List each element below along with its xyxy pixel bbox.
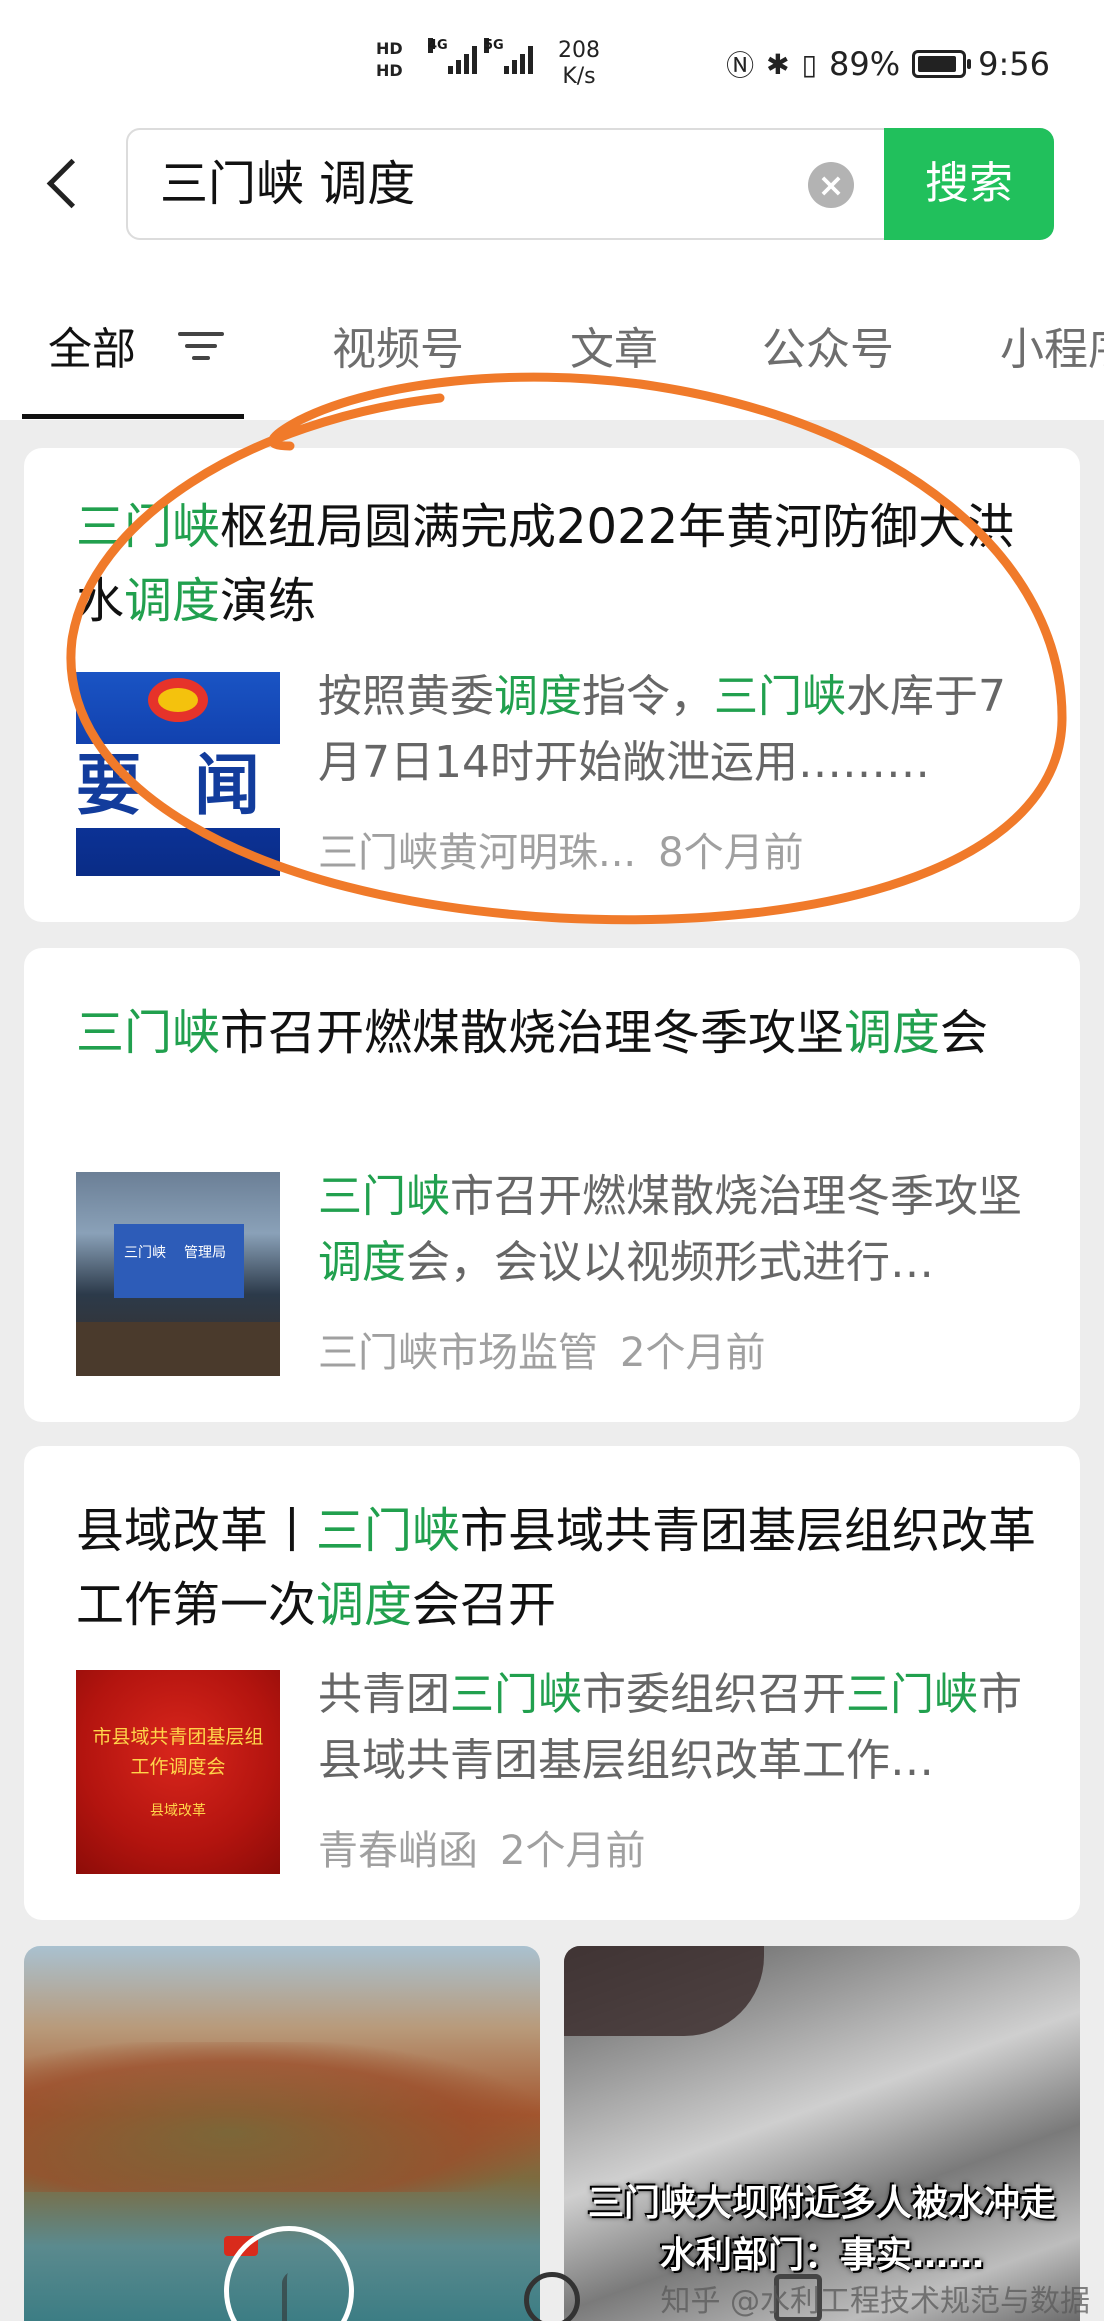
vibrate-icon: ▯ — [801, 47, 818, 81]
filter-tabs: 全部 视频号 文章 公众号 小程序 — [0, 260, 1104, 420]
keyword-highlight: 三门峡 — [318, 1171, 450, 1222]
result-time: 2个月前 — [620, 1330, 766, 1376]
tab-articles[interactable]: 文章 — [570, 320, 658, 380]
text-segment: 市召开燃煤散烧治理冬季攻坚 — [220, 1005, 845, 1061]
result-summary: 按照黄委调度指令，三门峡水库于7月7日14时开始敞泄运用……… — [318, 664, 1040, 796]
text-segment: 共青团 — [318, 1669, 450, 1720]
tab-mini-programs[interactable]: 小程序 — [1000, 320, 1104, 380]
search-box[interactable]: 三门峡 调度 × 搜索 — [126, 128, 1054, 240]
signal-strength-icon-2: 5G — [484, 38, 533, 74]
back-arrow-icon[interactable] — [42, 154, 82, 214]
keyword-highlight: 调度 — [124, 573, 221, 629]
text-segment: 会，会议以视频形式进行… — [406, 1237, 934, 1288]
search-input[interactable]: 三门峡 调度 — [160, 130, 415, 238]
result-card[interactable]: 三门峡市召开燃煤散烧治理冬季攻坚调度会 三门峡 管理局 三门峡市召开燃煤散烧治理冬… — [24, 948, 1080, 1422]
bluetooth-icon: ✱ — [766, 47, 790, 81]
result-meta: 青春峭函 2个月前 — [318, 1826, 645, 1876]
filter-icon[interactable] — [178, 332, 224, 372]
nav-home-icon[interactable] — [524, 2272, 580, 2321]
result-meta: 三门峡市场监管 2个月前 — [318, 1328, 765, 1378]
keyword-highlight: 三门峡 — [76, 499, 221, 555]
text-segment: 演练 — [220, 573, 317, 629]
tab-channels[interactable]: 视频号 — [332, 320, 464, 380]
result-source: 青春峭函 — [318, 1828, 478, 1874]
result-title[interactable]: 三门峡市召开燃煤散烧治理冬季攻坚调度会 — [76, 996, 1040, 1070]
result-thumbnail: 市县域共青团基层组 工作调度会 县域改革 — [76, 1670, 280, 1874]
keyword-highlight: 三门峡 — [76, 1005, 221, 1061]
result-card[interactable]: 县域改革丨三门峡市县域共青团基层组织改革工作第一次调度会召开 市县域共青团基层组… — [24, 1446, 1080, 1920]
result-time: 2个月前 — [500, 1828, 646, 1874]
text-segment: 按照黄委 — [318, 671, 494, 722]
video-caption: 三门峡大坝附近多人被水冲走 — [587, 2183, 1056, 2224]
text-segment: 会召开 — [412, 1577, 557, 1633]
clear-icon[interactable]: × — [808, 162, 854, 208]
search-header: 三门峡 调度 × 搜索 — [0, 110, 1104, 260]
result-title[interactable]: 县域改革丨三门峡市县域共青团基层组织改革工作第一次调度会召开 — [76, 1494, 1040, 1642]
result-source: 三门峡黄河明珠... — [318, 830, 637, 876]
result-summary: 共青团三门峡市委组织召开三门峡市县域共青团基层组织改革工作… — [318, 1662, 1040, 1794]
active-tab-indicator — [22, 414, 244, 419]
battery-icon — [912, 50, 972, 78]
result-time: 8个月前 — [658, 830, 804, 876]
hd-indicator: HD HD — [376, 39, 403, 80]
keyword-highlight: 调度 — [318, 1237, 406, 1288]
keyword-highlight: 三门峡 — [714, 671, 846, 722]
result-meta: 三门峡黄河明珠... 8个月前 — [318, 828, 804, 878]
text-segment: 指令， — [582, 671, 714, 722]
result-summary: 三门峡市召开燃煤散烧治理冬季攻坚调度会，会议以视频形式进行… — [318, 1164, 1040, 1296]
keyword-highlight: 调度 — [844, 1005, 941, 1061]
keyword-highlight: 调度 — [494, 671, 582, 722]
tab-official-accounts[interactable]: 公众号 — [762, 320, 894, 380]
keyword-highlight: 调度 — [316, 1577, 413, 1633]
result-thumbnail: 要 闻 — [76, 672, 280, 876]
search-button[interactable]: 搜索 — [884, 128, 1054, 240]
network-speed: 208 K/s — [558, 38, 600, 89]
result-card[interactable]: 三门峡枢纽局圆满完成2022年黄河防御大洪水调度演练 要 闻 按照黄委调度指令，… — [24, 448, 1080, 922]
text-segment: 会 — [940, 1005, 989, 1061]
nfc-icon: Ⓝ — [726, 49, 755, 82]
text-segment: 市委组织召开 — [582, 1669, 846, 1720]
keyword-highlight: 三门峡 — [450, 1669, 582, 1720]
result-source: 三门峡市场监管 — [318, 1330, 598, 1376]
clock-time: 9:56 — [978, 45, 1050, 83]
result-title[interactable]: 三门峡枢纽局圆满完成2022年黄河防御大洪水调度演练 — [76, 490, 1040, 638]
keyword-highlight: 三门峡 — [846, 1669, 978, 1720]
keyword-highlight: 三门峡 — [316, 1503, 461, 1559]
tab-all[interactable]: 全部 — [48, 320, 136, 380]
result-thumbnail: 三门峡 管理局 — [76, 1172, 280, 1376]
signal-strength-icon: 4G — [428, 38, 477, 74]
text-segment: 县域改革丨 — [76, 1503, 317, 1559]
watermark: 知乎 @水利工程技术规范与数据 — [660, 2284, 1090, 2319]
text-segment: 市召开燃煤散烧治理冬季攻坚 — [450, 1171, 1022, 1222]
battery-percentage: 89% — [829, 45, 901, 83]
system-nav-bar: 知乎 @水利工程技术规范与数据 — [0, 2234, 1104, 2321]
